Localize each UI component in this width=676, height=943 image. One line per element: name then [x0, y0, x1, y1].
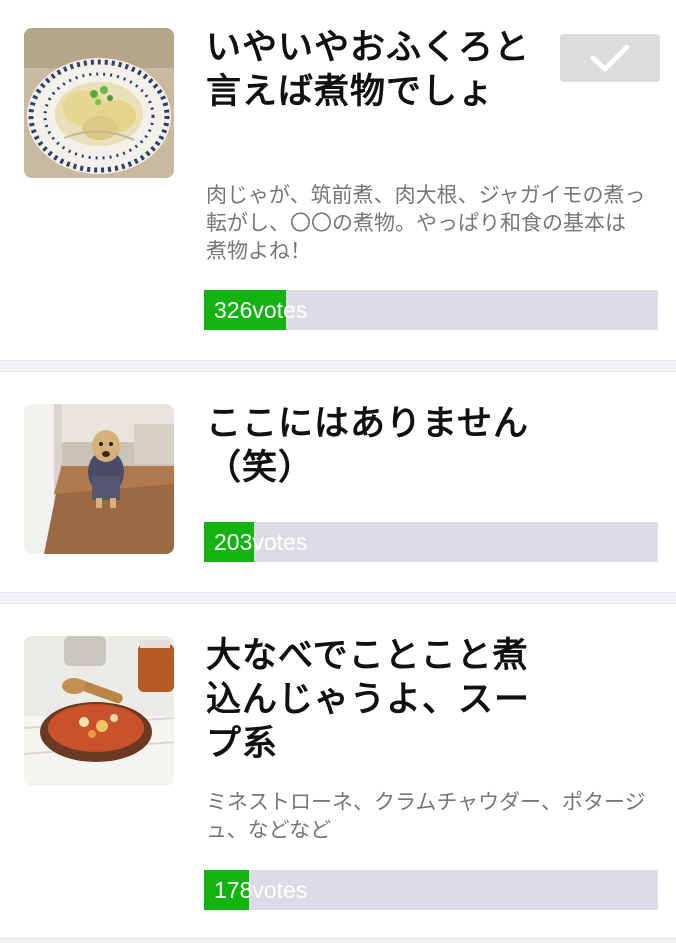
option-description: 肉じゃが、筑前煮、肉大根、ジャガイモの煮っ転がし、〇〇の煮物。やっぱり和食の基本…	[206, 183, 646, 263]
dog-photo	[24, 404, 174, 554]
option-title: 大なべでことこと煮込んじゃうよ、スープ系	[206, 636, 531, 764]
option-description: ミネストローネ、クラムチャウダー、ポタージュ、などなど	[206, 790, 646, 842]
selected-check-button[interactable]	[560, 34, 660, 82]
option-title: いやいやおふくろと言えば煮物でしょ	[206, 28, 531, 112]
poll-options-list: いやいやおふくろと言えば煮物でしょ 肉じゃが、筑前煮、肉大根、ジャガイモの煮っ転…	[0, 0, 676, 943]
vote-count-label: 326votes	[214, 297, 308, 323]
checkmark-icon	[590, 44, 630, 72]
card-divider	[0, 360, 676, 372]
vote-count-bar: 203votes	[204, 522, 658, 562]
poll-option-card[interactable]: ここにはありません（笑） 203votes	[0, 372, 676, 592]
card-divider	[0, 938, 676, 943]
option-title: ここにはありません（笑）	[206, 404, 529, 488]
vote-count-label: 203votes	[214, 529, 308, 555]
poll-option-card[interactable]: 大なべでことこと煮込んじゃうよ、スープ系 ミネストローネ、クラムチャウダー、ポタ…	[0, 604, 676, 943]
vote-count-label: 178votes	[214, 877, 308, 903]
vote-count-bar: 326votes	[204, 290, 658, 330]
soup-bowl-photo	[24, 636, 174, 786]
poll-option-card[interactable]: いやいやおふくろと言えば煮物でしょ 肉じゃが、筑前煮、肉大根、ジャガイモの煮っ転…	[0, 0, 676, 360]
simmered-potato-dish-photo	[24, 28, 174, 178]
vote-count-bar: 178votes	[204, 870, 658, 910]
card-divider	[0, 592, 676, 604]
